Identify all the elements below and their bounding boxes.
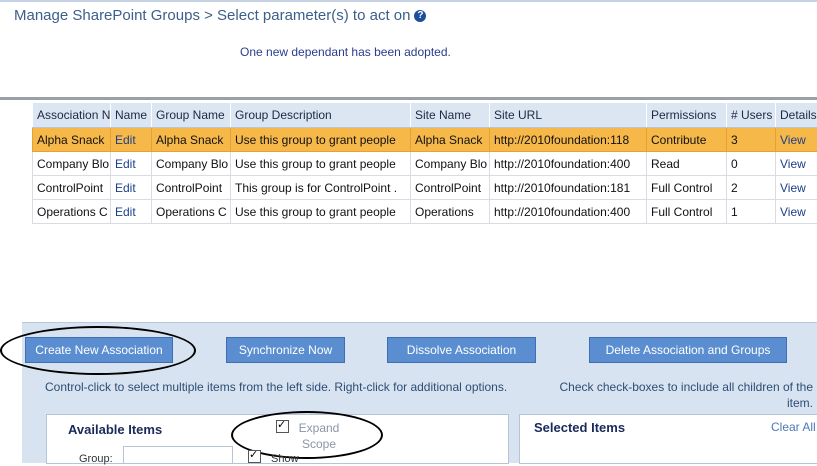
edit-link-text[interactable]: Edit bbox=[115, 205, 136, 219]
delete-association-button[interactable]: Delete Association and Groups bbox=[589, 337, 787, 363]
cell-group-name: Company Blo bbox=[152, 152, 231, 176]
help-icon[interactable]: ? bbox=[414, 10, 426, 22]
table-row[interactable]: Company Blo Edit Company Blo Use this gr… bbox=[33, 152, 817, 176]
expand-scope-checkbox[interactable] bbox=[276, 420, 289, 436]
column-header-site-url[interactable]: Site URL bbox=[490, 103, 647, 128]
view-link-text[interactable]: View bbox=[780, 205, 806, 219]
cell-permissions: Full Control bbox=[647, 176, 727, 200]
show-label: Show bbox=[271, 453, 299, 465]
group-label: Group: bbox=[79, 453, 113, 465]
cell-site-name: Alpha Snack bbox=[411, 128, 490, 152]
group-input[interactable] bbox=[123, 446, 233, 464]
column-header-name[interactable]: Name bbox=[111, 103, 152, 128]
selected-items-title: Selected Items bbox=[534, 420, 625, 435]
status-message: One new dependant has been adopted. bbox=[240, 45, 451, 59]
cell-description: This group is for ControlPoint . bbox=[231, 176, 411, 200]
page-title-text: Manage SharePoint Groups > Select parame… bbox=[14, 7, 410, 24]
cell-site-url: http://2010foundation:400 bbox=[490, 152, 647, 176]
view-link[interactable]: View bbox=[776, 176, 817, 200]
cell-users: 1 bbox=[727, 200, 776, 224]
cell-users: 2 bbox=[727, 176, 776, 200]
groups-table: Association N Name Group Name Group Desc… bbox=[32, 102, 817, 224]
create-new-association-button[interactable]: Create New Association bbox=[25, 337, 173, 363]
cell-description: Use this group to grant people bbox=[231, 200, 411, 224]
cell-permissions: Read bbox=[647, 152, 727, 176]
view-link[interactable]: View bbox=[776, 128, 817, 152]
table-row[interactable]: ControlPoint Edit ControlPoint This grou… bbox=[33, 176, 817, 200]
cell-association: ControlPoint bbox=[33, 176, 111, 200]
available-items-title: Available Items bbox=[68, 422, 162, 437]
page-title: Manage SharePoint Groups > Select parame… bbox=[14, 7, 426, 24]
column-header-group-description[interactable]: Group Description bbox=[231, 103, 411, 128]
edit-link[interactable]: Edit bbox=[111, 200, 152, 224]
cell-association: Operations C bbox=[33, 200, 111, 224]
cell-permissions: Contribute bbox=[647, 128, 727, 152]
edit-link-text[interactable]: Edit bbox=[115, 181, 136, 195]
cell-description: Use this group to grant people bbox=[231, 152, 411, 176]
edit-link[interactable]: Edit bbox=[111, 176, 152, 200]
expand-scope-label: Expand Scope bbox=[294, 420, 344, 452]
cell-group-name: Operations C bbox=[152, 200, 231, 224]
column-header-users[interactable]: # Users bbox=[727, 103, 776, 128]
right-hint-text: Check check-boxes to include all childre… bbox=[540, 379, 813, 411]
cell-site-name: ControlPoint bbox=[411, 176, 490, 200]
cell-site-url: http://2010foundation:118 bbox=[490, 128, 647, 152]
cell-site-name: Company Blo bbox=[411, 152, 490, 176]
cell-permissions: Full Control bbox=[647, 200, 727, 224]
cell-users: 0 bbox=[727, 152, 776, 176]
cell-group-name: ControlPoint bbox=[152, 176, 231, 200]
table-header-row: Association N Name Group Name Group Desc… bbox=[33, 103, 817, 128]
edit-link[interactable]: Edit bbox=[111, 128, 152, 152]
view-link-text[interactable]: View bbox=[780, 181, 806, 195]
view-link[interactable]: View bbox=[776, 152, 817, 176]
clear-all-link[interactable]: Clear All bbox=[771, 420, 816, 434]
view-link-text[interactable]: View bbox=[780, 133, 806, 147]
checkbox-checked-icon[interactable] bbox=[276, 420, 289, 433]
synchronize-now-button[interactable]: Synchronize Now bbox=[226, 337, 345, 363]
column-header-group-name[interactable]: Group Name bbox=[152, 103, 231, 128]
cell-association: Company Blo bbox=[33, 152, 111, 176]
cell-site-url: http://2010foundation:400 bbox=[490, 200, 647, 224]
cell-group-name: Alpha Snack bbox=[152, 128, 231, 152]
edit-link-text[interactable]: Edit bbox=[115, 157, 136, 171]
cell-users: 3 bbox=[727, 128, 776, 152]
table-row[interactable]: Operations C Edit Operations C Use this … bbox=[33, 200, 817, 224]
cell-association: Alpha Snack bbox=[33, 128, 111, 152]
table-top-divider bbox=[0, 97, 817, 100]
top-border bbox=[0, 0, 817, 2]
table-row[interactable]: Alpha Snack Edit Alpha Snack Use this gr… bbox=[33, 128, 817, 152]
checkbox-checked-icon[interactable] bbox=[248, 450, 261, 463]
column-header-association[interactable]: Association N bbox=[33, 103, 111, 128]
column-header-site-name[interactable]: Site Name bbox=[411, 103, 490, 128]
edit-link-text[interactable]: Edit bbox=[115, 133, 136, 147]
dissolve-association-button[interactable]: Dissolve Association bbox=[387, 337, 536, 363]
show-checkbox[interactable] bbox=[248, 450, 261, 466]
view-link-text[interactable]: View bbox=[780, 157, 806, 171]
cell-site-name: Operations bbox=[411, 200, 490, 224]
column-header-details[interactable]: Details bbox=[776, 103, 817, 128]
view-link[interactable]: View bbox=[776, 200, 817, 224]
left-hint-text: Control-click to select multiple items f… bbox=[45, 379, 515, 395]
cell-site-url: http://2010foundation:181 bbox=[490, 176, 647, 200]
cell-description: Use this group to grant people bbox=[231, 128, 411, 152]
edit-link[interactable]: Edit bbox=[111, 152, 152, 176]
column-header-permissions[interactable]: Permissions bbox=[647, 103, 727, 128]
